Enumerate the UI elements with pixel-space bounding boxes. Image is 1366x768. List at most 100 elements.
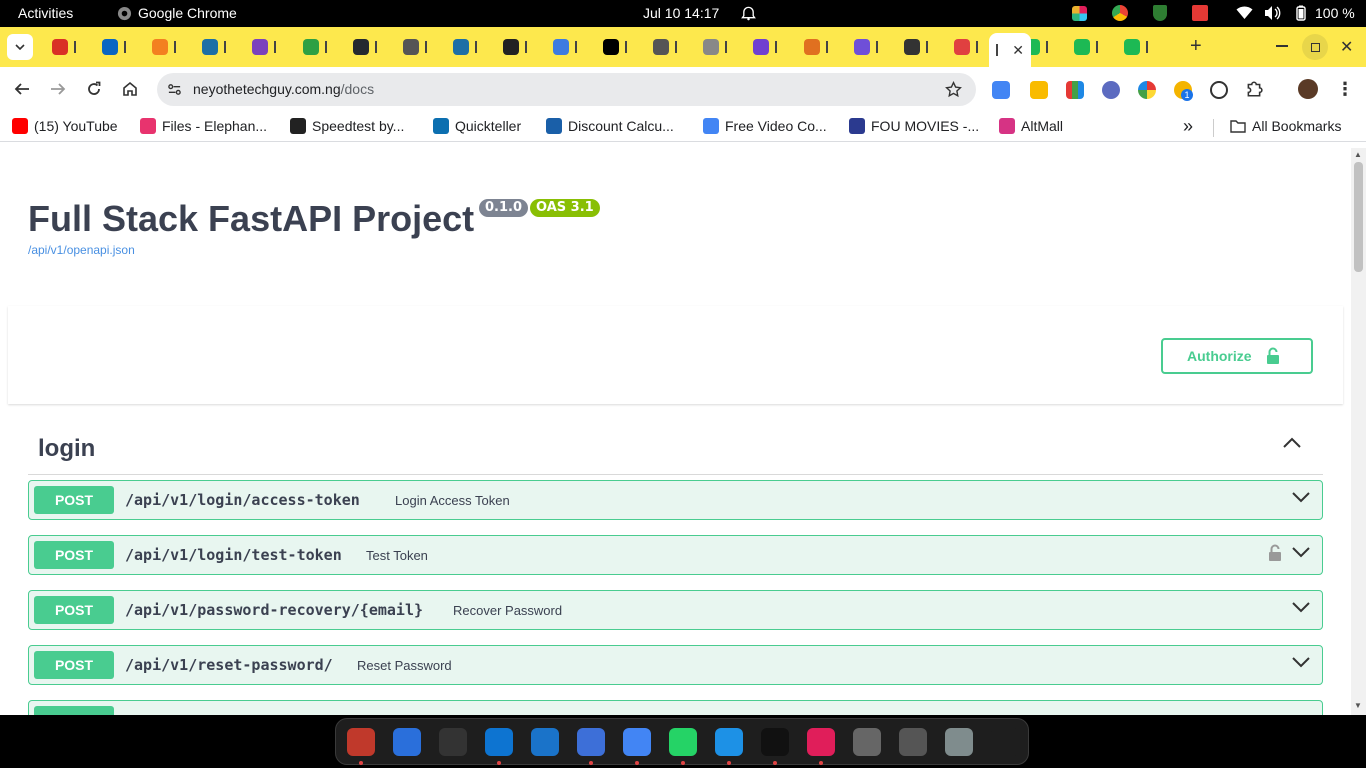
browser-tab[interactable] bbox=[297, 34, 343, 60]
browser-tab[interactable] bbox=[597, 34, 643, 60]
maximize-button[interactable] bbox=[1302, 34, 1328, 60]
browser-tab[interactable] bbox=[196, 34, 242, 60]
chevron-up-icon[interactable] bbox=[1283, 437, 1301, 448]
extensions-puzzle-icon[interactable] bbox=[1245, 80, 1263, 98]
reload-button[interactable] bbox=[82, 77, 106, 101]
browser-tab[interactable] bbox=[948, 34, 994, 60]
bookmark-star-icon[interactable] bbox=[945, 81, 962, 98]
browser-tab[interactable] bbox=[397, 34, 443, 60]
browser-tab[interactable] bbox=[447, 34, 493, 60]
browser-tab[interactable] bbox=[747, 34, 793, 60]
all-bookmarks-button[interactable]: All Bookmarks bbox=[1230, 118, 1341, 134]
browser-tab[interactable] bbox=[547, 34, 593, 60]
more-bookmarks-button[interactable]: » bbox=[1183, 116, 1193, 137]
tab-search-button[interactable] bbox=[7, 34, 33, 60]
anthropic-app-icon[interactable] bbox=[761, 728, 789, 765]
browser-tab[interactable] bbox=[96, 34, 142, 60]
speedometer-extension-icon[interactable] bbox=[1210, 81, 1228, 99]
slack-app-icon[interactable] bbox=[807, 728, 835, 765]
chevron-down-icon[interactable] bbox=[1292, 657, 1310, 668]
files-app-icon[interactable] bbox=[347, 728, 375, 765]
back-button[interactable] bbox=[10, 77, 34, 101]
trash-app-icon[interactable] bbox=[945, 728, 973, 756]
terminal-app-icon[interactable] bbox=[439, 728, 467, 756]
omnibox[interactable]: neyothetechguy.com.ng/docs bbox=[157, 73, 976, 106]
operation-row[interactable]: POST/api/v1/login/test-token Test Token bbox=[28, 535, 1323, 575]
anydesk-tray-icon[interactable] bbox=[1192, 5, 1208, 21]
close-window-button[interactable]: ✕ bbox=[1340, 37, 1353, 57]
browser-tab[interactable] bbox=[46, 34, 92, 60]
clock[interactable]: Jul 10 14:17 bbox=[643, 5, 719, 21]
browser-tab[interactable] bbox=[697, 34, 743, 60]
operation-partial[interactable] bbox=[28, 700, 1323, 715]
chrome-app-icon[interactable] bbox=[623, 728, 651, 765]
minimize-button[interactable] bbox=[1276, 45, 1288, 47]
browser-tab[interactable] bbox=[347, 34, 393, 60]
profile-avatar[interactable] bbox=[1298, 79, 1318, 99]
authorize-button[interactable]: Authorize bbox=[1161, 338, 1313, 374]
bookmark-item[interactable]: AltMall bbox=[999, 118, 1063, 134]
scroll-down-arrow[interactable]: ▼ bbox=[1354, 701, 1362, 710]
lock-icon[interactable] bbox=[1268, 544, 1282, 562]
page-scrollbar[interactable]: ▲ ▼ bbox=[1351, 148, 1366, 715]
operation-row[interactable]: POST/api/v1/login/access-token Login Acce… bbox=[28, 480, 1323, 520]
notes-app-icon[interactable] bbox=[577, 728, 605, 765]
url-text[interactable]: neyothetechguy.com.ng/docs bbox=[193, 81, 374, 97]
chevron-down-icon[interactable] bbox=[1292, 492, 1310, 503]
new-tab-button[interactable]: + bbox=[1190, 35, 1202, 58]
keep-extension-icon[interactable] bbox=[1030, 81, 1048, 99]
site-info-icon[interactable] bbox=[167, 82, 182, 97]
whatsapp-app-icon[interactable] bbox=[669, 728, 697, 765]
weather-extension-icon[interactable]: 1 bbox=[1174, 81, 1193, 101]
bookmark-item[interactable]: Free Video Co... bbox=[703, 118, 827, 134]
text-editor-app-icon[interactable] bbox=[393, 728, 421, 756]
colorzilla-extension-icon[interactable] bbox=[1066, 81, 1084, 99]
browser-tab[interactable] bbox=[1068, 34, 1114, 60]
ssd-app-icon[interactable] bbox=[899, 728, 927, 756]
chrome-menu-button[interactable]: ⋮ bbox=[1336, 79, 1354, 100]
browser-tab[interactable] bbox=[798, 34, 844, 60]
operation-row[interactable]: POST/api/v1/password-recovery/{email} Rec… bbox=[28, 590, 1323, 630]
color-wheel-extension-icon[interactable] bbox=[1138, 81, 1156, 99]
vscode-app-icon[interactable] bbox=[485, 728, 513, 765]
home-button[interactable] bbox=[118, 77, 142, 101]
scrollbar-thumb[interactable] bbox=[1354, 162, 1363, 272]
disks-app-icon[interactable] bbox=[853, 728, 881, 756]
scroll-up-arrow[interactable]: ▲ bbox=[1354, 150, 1362, 159]
volume-icon[interactable] bbox=[1264, 5, 1281, 21]
browser-tab[interactable] bbox=[898, 34, 944, 60]
bookmark-item[interactable]: Discount Calcu... bbox=[546, 118, 674, 134]
browser-tab[interactable] bbox=[246, 34, 292, 60]
close-icon[interactable]: ✕ bbox=[1012, 42, 1024, 59]
gear-extension-icon[interactable] bbox=[1102, 81, 1120, 99]
url-domain: neyothetechguy.com.ng bbox=[193, 81, 341, 97]
wifi-icon[interactable] bbox=[1236, 6, 1253, 20]
tab-active[interactable]: ✕ bbox=[989, 33, 1031, 67]
operation-row[interactable]: POST/api/v1/reset-password/Reset Passwor… bbox=[28, 645, 1323, 685]
browser-tab[interactable] bbox=[497, 34, 543, 60]
browser-tab[interactable] bbox=[647, 34, 693, 60]
forward-button[interactable] bbox=[46, 77, 70, 101]
browser-tab[interactable] bbox=[848, 34, 894, 60]
bookmark-item[interactable]: Files - Elephan... bbox=[140, 118, 267, 134]
bookmark-item[interactable]: FOU MOVIES -... bbox=[849, 118, 979, 134]
bookmark-item[interactable]: Speedtest by... bbox=[290, 118, 404, 134]
slack-tray-icon[interactable] bbox=[1072, 6, 1087, 21]
app-grid-icon[interactable] bbox=[991, 728, 1019, 756]
bookmark-item[interactable]: (15) YouTube bbox=[12, 118, 118, 134]
system-monitor-app-icon[interactable] bbox=[531, 728, 559, 756]
activities-button[interactable]: Activities bbox=[18, 5, 73, 21]
docker-app-icon[interactable] bbox=[715, 728, 743, 765]
openapi-json-link[interactable]: /api/v1/openapi.json bbox=[28, 243, 135, 257]
bookmark-item[interactable]: Quickteller bbox=[433, 118, 521, 134]
browser-tab[interactable] bbox=[146, 34, 192, 60]
chevron-down-icon[interactable] bbox=[1292, 547, 1310, 558]
tag-section-login[interactable]: login bbox=[28, 423, 1323, 475]
battery-icon[interactable] bbox=[1293, 5, 1309, 21]
shield-tray-icon[interactable] bbox=[1153, 5, 1167, 21]
browser-tab[interactable] bbox=[1118, 34, 1164, 60]
app-menu[interactable]: Google Chrome bbox=[117, 5, 237, 21]
translate-extension-icon[interactable] bbox=[992, 81, 1010, 99]
chrome-tray-icon[interactable] bbox=[1112, 5, 1128, 21]
chevron-down-icon[interactable] bbox=[1292, 602, 1310, 613]
